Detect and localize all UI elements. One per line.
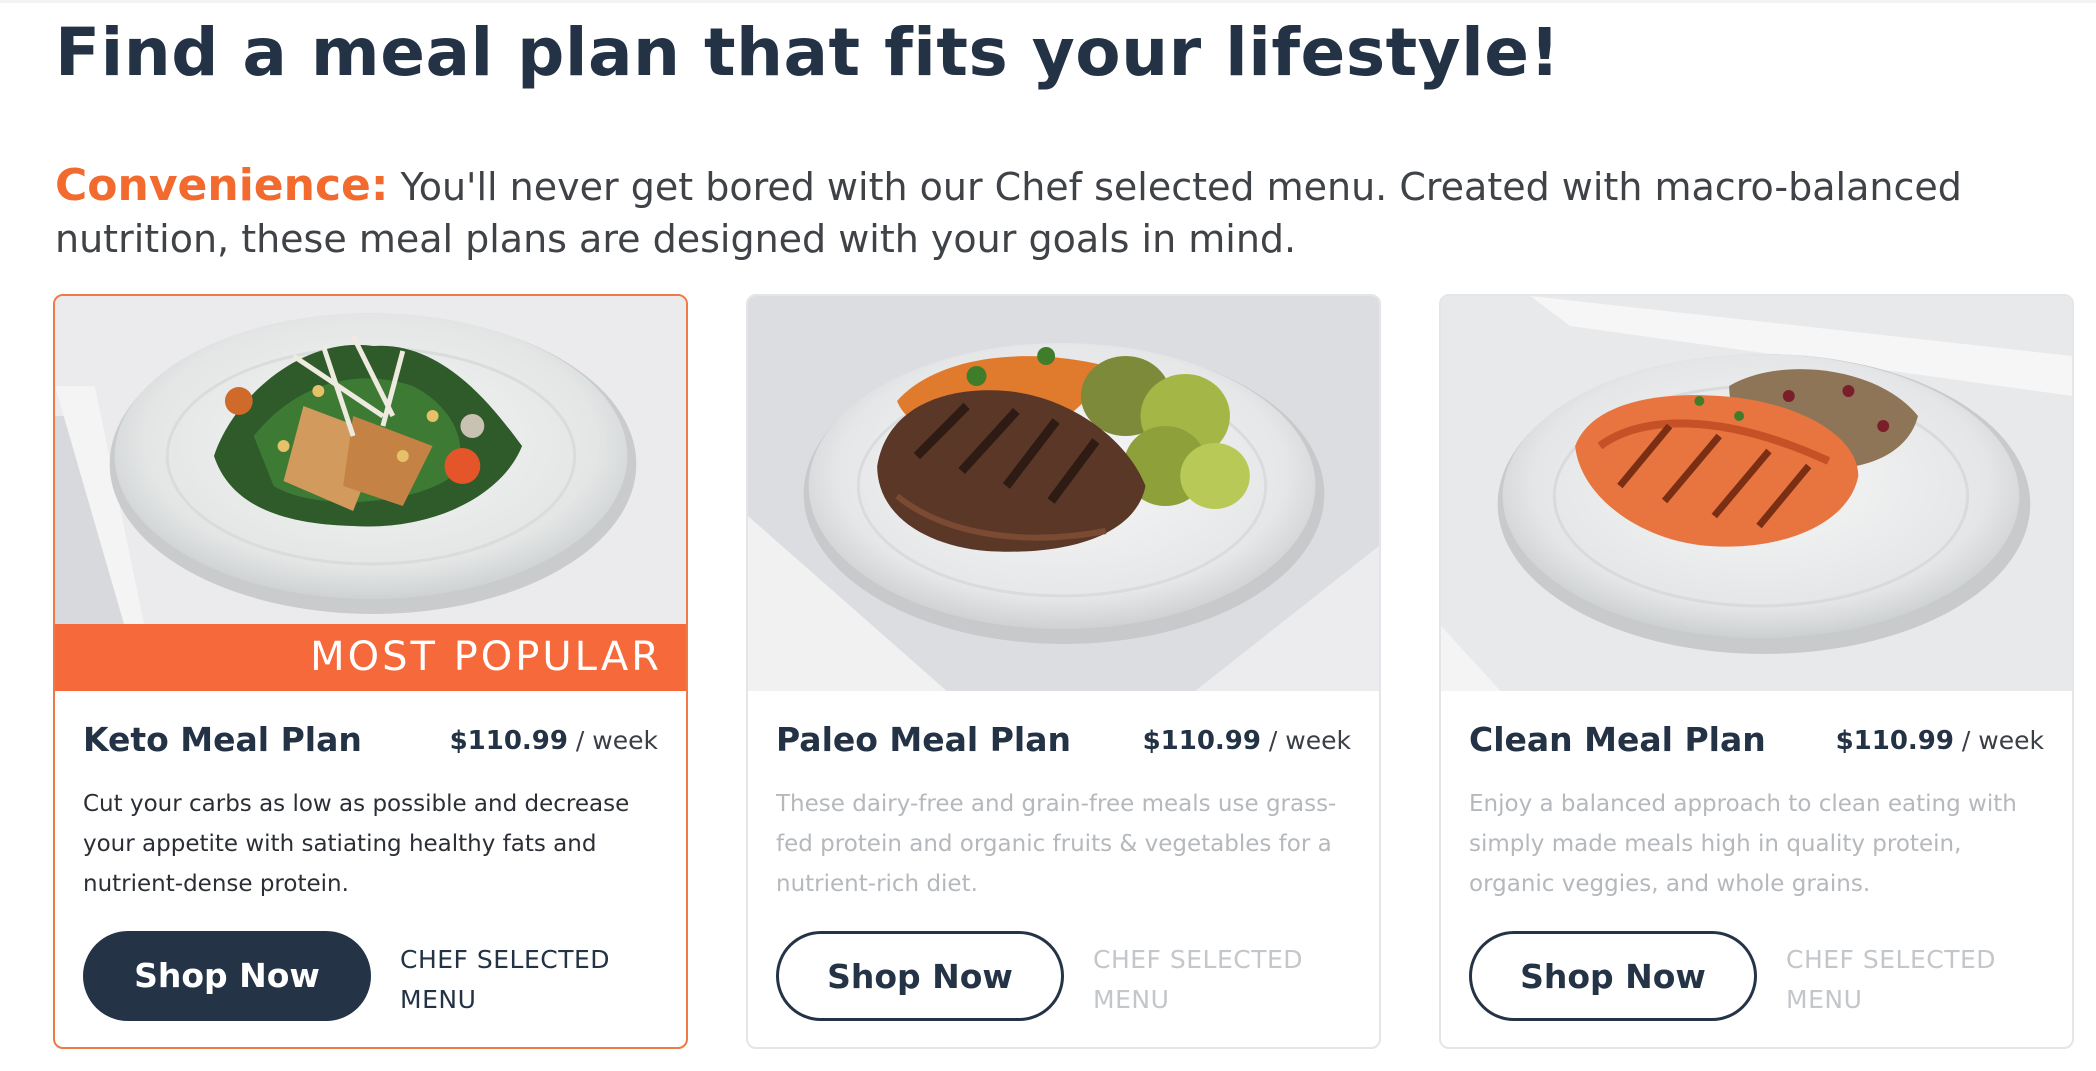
price-block: $110.99 / week	[1143, 726, 1351, 756]
plan-price: $110.99	[449, 726, 568, 756]
price-period: / week	[1260, 726, 1351, 755]
clean-meal-image	[1441, 296, 2072, 691]
shop-now-button[interactable]: Shop Now	[83, 931, 371, 1021]
plan-title: Paleo Meal Plan	[776, 720, 1071, 759]
plan-price: $110.99	[1142, 726, 1261, 756]
plan-title: Clean Meal Plan	[1469, 720, 1766, 759]
shop-now-button[interactable]: Shop Now	[776, 931, 1064, 1021]
chef-selected-menu-label: CHEF SELECTED MENU	[400, 945, 611, 1014]
price-period: / week	[1953, 726, 2044, 755]
plan-title: Keto Meal Plan	[83, 720, 362, 759]
paleo-meal-image	[748, 296, 1379, 691]
most-popular-badge: MOST POPULAR	[55, 624, 686, 691]
page-title: Find a meal plan that fits your lifestyl…	[55, 14, 1561, 91]
intro-lead: Convenience:	[55, 160, 389, 211]
shop-now-button[interactable]: Shop Now	[1469, 931, 1757, 1021]
chef-selected-menu-label: CHEF SELECTED MENU	[1786, 945, 1997, 1014]
price-block: $110.99 / week	[450, 726, 658, 756]
plan-description: Enjoy a balanced approach to clean eatin…	[1469, 791, 2017, 897]
plan-description: These dairy-free and grain-free meals us…	[776, 791, 1337, 897]
plan-card-keto[interactable]: MOST POPULAR Keto Meal Plan $110.99 / we…	[53, 294, 688, 1049]
plan-price: $110.99	[1835, 726, 1954, 756]
top-divider	[0, 0, 2096, 3]
price-block: $110.99 / week	[1836, 726, 2044, 756]
plan-card-clean[interactable]: Clean Meal Plan $110.99 / week Enjoy a b…	[1439, 294, 2074, 1049]
plan-description: Cut your carbs as low as possible and de…	[83, 791, 630, 897]
chef-selected-menu-label: CHEF SELECTED MENU	[1093, 945, 1304, 1014]
plan-card-paleo[interactable]: Paleo Meal Plan $110.99 / week These dai…	[746, 294, 1381, 1049]
price-period: / week	[567, 726, 658, 755]
intro-paragraph: Convenience: You'll never get bored with…	[55, 160, 2045, 265]
